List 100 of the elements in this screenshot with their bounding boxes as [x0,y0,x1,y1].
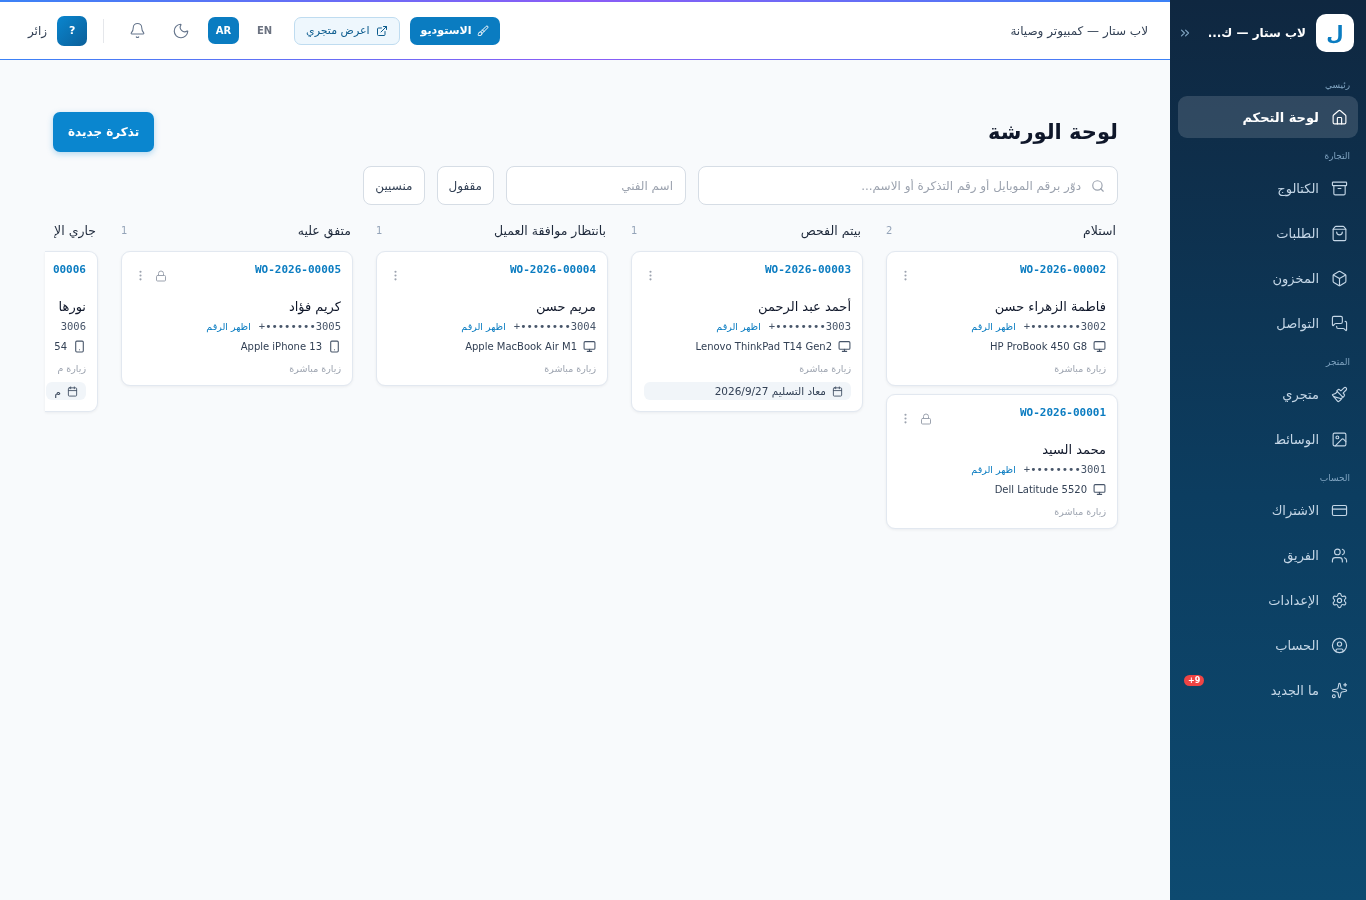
settings-icon [1331,591,1348,609]
phone-number: +••••••••3002 [1023,320,1106,332]
moon-icon [172,21,191,40]
device-name: Apple MacBook Air M1 [465,341,577,352]
customer-name: أحمد عبد الرحمن [757,299,851,314]
nav-item[interactable]: الإعدادات [1178,579,1358,621]
customer-name: مريم حسن [534,299,596,314]
device-name: Dell Latitude 5520 [994,484,1087,495]
ticket-source: زيارة م [56,363,86,374]
show-number-link[interactable]: اظهر الرقم [716,320,761,332]
column-count: 1 [631,224,638,236]
store-title: لاب ستار — كمبيوتر وصيانة [1009,23,1148,38]
page-title: لوحة الورشة [988,120,1118,144]
filter-button[interactable]: مقفول [436,166,494,205]
show-number-link[interactable]: اظهر الرقم [971,463,1016,475]
view-store-button[interactable]: اعرض متجري [294,16,400,45]
chat-icon [1331,314,1348,332]
shopping-bag-icon [1331,224,1348,242]
due-date: معاد التسليم 2026/9/27 [714,385,826,397]
customer-name: كريم فؤاد [287,299,341,314]
device-name: 54 [54,341,67,352]
sparkles-icon [1331,681,1348,699]
show-number-link[interactable]: اظهر الرقم [206,320,251,332]
calendar-icon [67,385,78,397]
brush-icon [477,24,490,37]
show-number-link[interactable]: اظهر الرقم [461,320,506,332]
search-icon [1091,178,1105,193]
logo: ل [1316,14,1354,52]
phone-number: 3006 [60,320,86,332]
nav-item[interactable]: المخزون [1178,257,1358,299]
nav-item[interactable]: التواصل [1178,302,1358,344]
customer-name: نورها [57,299,86,314]
box-icon [1331,269,1348,287]
column-title: جاري الإ [54,222,96,238]
home-icon [1331,108,1348,126]
ticket-number: WO-2026-00004 [509,263,596,276]
monitor-icon [1093,340,1106,353]
image-icon [1331,430,1348,448]
section-title: الحساب [1318,472,1351,485]
calendar-icon [832,385,843,397]
monitor-icon [838,340,851,353]
section-title: التجارة [1323,150,1351,163]
column-count: 1 [121,224,128,236]
column-title: بيتم الفحص [800,222,861,238]
archive-icon [1331,179,1348,197]
nav-item[interactable]: الوسائط [1178,418,1358,460]
external-link-icon [375,24,388,37]
device-name: HP ProBook 450 G8 [989,341,1087,352]
new-ticket-button[interactable]: تذكرة جديدة [53,112,155,152]
ticket-source: زيارة مباشرة [288,363,341,374]
brand-title: لاب ستار — ك... [1206,26,1306,40]
column-title: استلام [1083,222,1116,238]
user-avatar[interactable]: ? [57,15,88,46]
ticket-number: WO-2026-00003 [764,263,851,276]
phone-number: +••••••••3003 [768,320,851,332]
nav-item[interactable]: لوحة التحكم [1178,96,1358,138]
show-number-link[interactable]: اظهر الرقم [971,320,1016,332]
brush-icon [1331,385,1348,403]
users-icon [1331,546,1348,564]
nav-item[interactable]: متجري [1178,373,1358,415]
column-count: 2 [886,224,893,236]
monitor-icon [1093,483,1106,496]
ticket-source: زيارة مباشرة [798,363,851,374]
phone-icon [328,340,341,353]
phone-number: +••••••••3005 [258,320,341,332]
phone-number: +••••••••3004 [513,320,596,332]
section-title: رئيسي [1323,79,1351,92]
device-name: Lenovo ThinkPad T14 Gen2 [695,341,832,352]
nav-item[interactable]: الحساب [1178,624,1358,666]
bell-icon [128,22,146,39]
technician-field[interactable]: اسم الفني [506,166,686,205]
user-circle-icon [1331,636,1348,654]
nav-item[interactable]: الكتالوج [1178,167,1358,209]
nav-item[interactable]: الاشتراك [1178,489,1358,531]
monitor-icon [583,340,596,353]
collapse-icon[interactable] [1178,26,1192,40]
ticket-number: WO-2026-00001 [1019,406,1106,419]
ticket-number: 00006 [52,263,86,276]
language-toggle[interactable]: AR [208,17,240,44]
ticket-number: WO-2026-00002 [1019,263,1106,276]
device-name: Apple iPhone 13 [240,341,322,352]
nav-item[interactable]: الطلبات [1178,212,1358,254]
filter-button[interactable]: منسيين [363,166,425,205]
section-title: المتجر [1324,356,1351,369]
column-title: بانتظار موافقة العميل [494,222,606,238]
column-title: متفق عليه [297,222,351,238]
user-name: زائر [28,23,48,38]
column-count: 1 [376,224,383,236]
phone-number: +••••••••3001 [1023,463,1106,475]
language-toggle[interactable]: EN [249,17,281,44]
studio-button[interactable]: الاستوديو [409,16,501,45]
nav-item[interactable]: الفريق [1178,534,1358,576]
customer-name: فاطمة الزهراء حسن [993,299,1106,314]
count-badge: +9 [1184,675,1205,686]
ticket-source: زيارة مباشرة [1053,363,1106,374]
phone-icon [73,340,86,353]
customer-name: محمد السيد [1041,442,1106,457]
ticket-source: زيارة مباشرة [543,363,596,374]
due-date: م [54,385,61,397]
ticket-number: WO-2026-00005 [254,263,341,276]
